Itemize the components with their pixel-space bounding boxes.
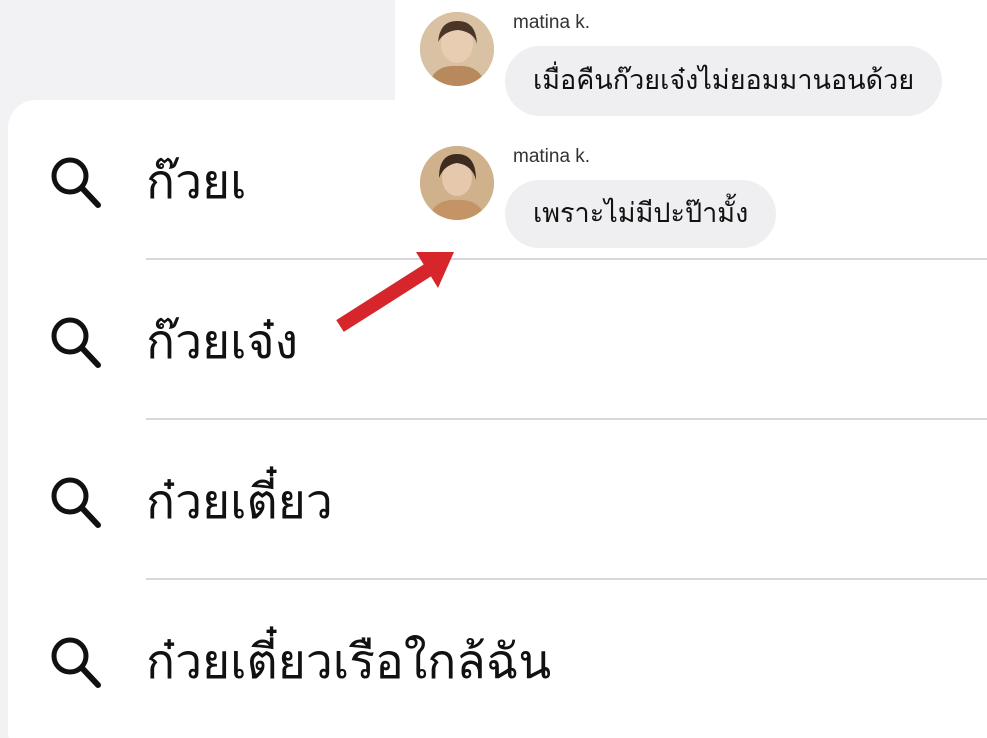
- suggestion-item[interactable]: ก๋วยเตี๋ยวเรือใกล้ฉัน: [8, 580, 987, 738]
- profile-photo-icon: [420, 146, 494, 220]
- search-icon: [51, 637, 101, 688]
- search-icon: [51, 477, 101, 528]
- suggestion-text: ก๋วยเตี๋ยวเรือใกล้ฉัน: [146, 634, 552, 690]
- suggestion-item[interactable]: ก๋วยเตี๋ยว: [8, 420, 987, 580]
- screenshot-stage: ก๊วยเ ก๊วยเจ๋ง ก๋วยเตี๋ยว ก๋วยเตี๋ยวเรือ…: [0, 0, 987, 738]
- suggestion-text: ก๋วยเตี๋ยว: [146, 474, 333, 530]
- suggestion-text: ก๊วยเจ๋ง: [146, 314, 299, 370]
- sender-name: matina k.: [513, 12, 591, 33]
- sender-name: matina k.: [513, 146, 591, 167]
- message-bubble: เพราะไม่มีปะป๊ามั้ง: [505, 180, 777, 248]
- search-icon: [51, 317, 101, 368]
- profile-photo-icon: [420, 12, 494, 86]
- search-icon: [51, 157, 101, 208]
- chat-screenshot-overlay: matina k. เมื่อคืนก๊วยเจ๋งไม่ยอมมานอนด้ว…: [395, 0, 987, 258]
- avatar[interactable]: [420, 146, 494, 220]
- red-arrow-icon: [336, 252, 454, 332]
- message-bubble: เมื่อคืนก๊วยเจ๋งไม่ยอมมานอนด้วย: [505, 46, 943, 116]
- suggestion-text: ก๊วยเ: [146, 154, 247, 210]
- avatar[interactable]: [420, 12, 494, 86]
- suggestion-item[interactable]: ก๊วยเจ๋ง: [8, 260, 987, 420]
